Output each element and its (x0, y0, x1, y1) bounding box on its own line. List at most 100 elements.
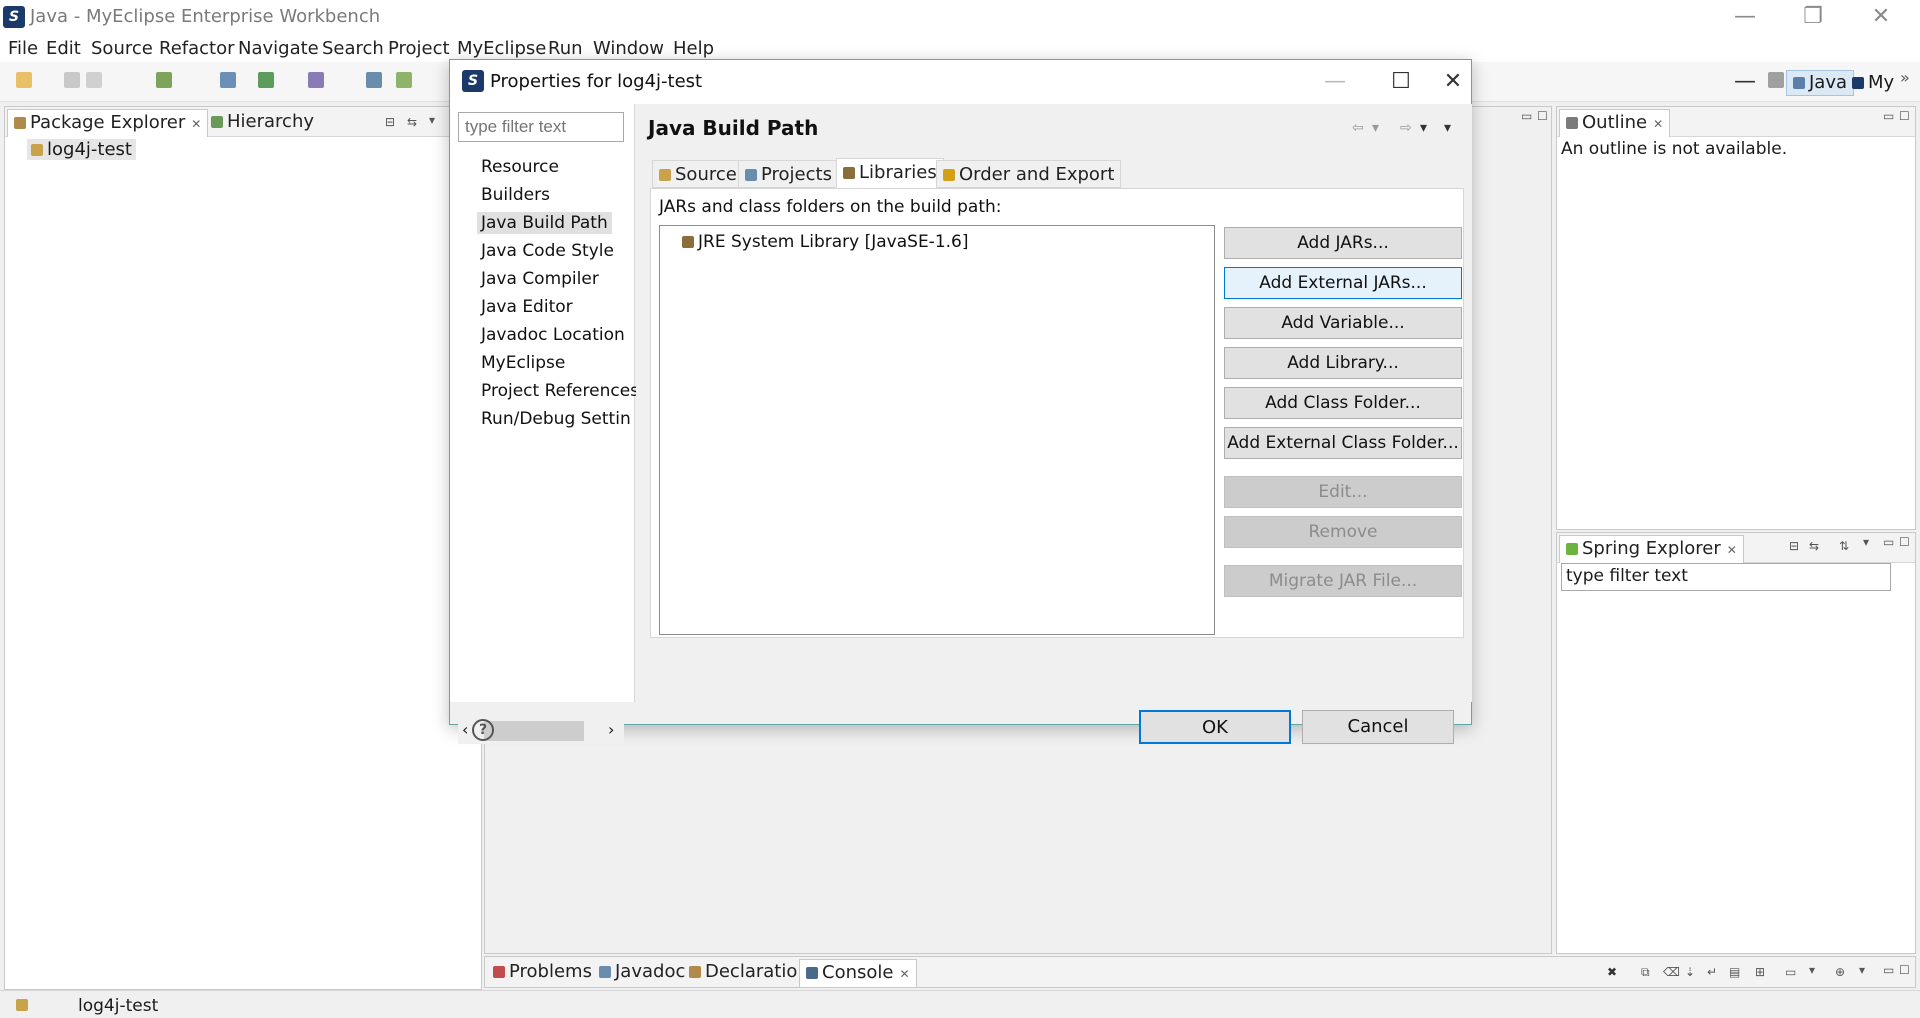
nav-item-resource[interactable]: Resource (477, 156, 563, 178)
nav-item-project-references[interactable]: Project References (477, 380, 643, 402)
nav-item-run-debug-settings[interactable]: Run/Debug Settin (477, 408, 635, 430)
close-tab-icon[interactable]: ✕ (191, 117, 201, 131)
scroll-lock-icon[interactable]: ⇣ (1685, 965, 1695, 979)
debug-icon[interactable] (308, 72, 324, 88)
dialog-minimize-button-visible[interactable]: — (1300, 60, 1370, 104)
menu-refactor[interactable]: Refactor (159, 38, 235, 59)
nav-item-myeclipse[interactable]: MyEclipse (477, 352, 569, 374)
add-variable-button[interactable]: Add Variable... (1224, 307, 1462, 339)
save-all-icon[interactable] (86, 72, 102, 88)
console-minimize-icon[interactable]: ▭ (1883, 963, 1894, 977)
nav-item-java-build-path[interactable]: Java Build Path (477, 212, 612, 234)
nav-item-java-compiler[interactable]: Java Compiler (477, 268, 603, 290)
new-class-icon[interactable] (396, 72, 412, 88)
tab-spring-explorer[interactable]: Spring Explorer ✕ (1559, 535, 1744, 563)
spring-filter-input[interactable]: type filter text (1561, 563, 1891, 591)
remove-launch-icon[interactable]: ⧉ (1641, 965, 1650, 980)
spring-view-menu-icon[interactable]: ▾ (1863, 535, 1869, 549)
add-external-class-folder-button[interactable]: Add External Class Folder... (1224, 427, 1462, 459)
project-tree-item[interactable]: log4j-test (27, 139, 136, 160)
menu-window[interactable]: Window (593, 38, 664, 59)
spring-minimize-icon[interactable]: ▭ (1883, 535, 1894, 549)
close-console-icon[interactable]: ✕ (899, 967, 909, 981)
link-editor-icon[interactable]: ⇆ (407, 115, 417, 129)
add-jars-button[interactable]: Add JARs... (1224, 227, 1462, 259)
tab-console[interactable]: Console ✕ (799, 959, 917, 987)
tab-javadoc[interactable]: Javadoc (593, 959, 691, 987)
terminate-icon[interactable]: ✖ (1607, 965, 1617, 979)
show-stdout-icon[interactable]: ▤ (1729, 965, 1740, 979)
library-item[interactable]: JRE System Library [JavaSE-1.6] (682, 232, 969, 252)
editor-maximize-icon[interactable]: ☐ (1537, 109, 1548, 123)
deploy-icon[interactable] (156, 72, 172, 88)
tab-outline[interactable]: Outline ✕ (1559, 109, 1671, 137)
help-icon[interactable]: ? (472, 719, 494, 741)
tab-order-and-export[interactable]: Order and Export (936, 160, 1122, 188)
menu-help[interactable]: Help (673, 38, 714, 59)
add-library-button[interactable]: Add Library... (1224, 347, 1462, 379)
save-icon[interactable] (64, 72, 80, 88)
tab-package-explorer[interactable]: Package Explorer ✕ (7, 109, 209, 137)
clear-console-icon[interactable]: ⌫ (1663, 965, 1680, 979)
menu-myeclipse[interactable]: MyEclipse (457, 38, 546, 59)
tab-projects[interactable]: Projects (738, 160, 839, 188)
collapse-all-icon[interactable]: ⊟ (385, 115, 395, 129)
outline-maximize-icon[interactable]: ☐ (1899, 109, 1910, 123)
nav-item-builders[interactable]: Builders (477, 184, 554, 206)
edit-button[interactable]: Edit... (1224, 476, 1462, 508)
server-icon[interactable] (220, 72, 236, 88)
nav-item-java-editor[interactable]: Java Editor (477, 296, 577, 318)
window-minimize-button[interactable]: — (1710, 0, 1780, 36)
tab-declaration[interactable]: Declaration (683, 959, 815, 987)
new-icon[interactable] (16, 72, 32, 88)
window-restore-button[interactable]: ❐ (1778, 0, 1848, 36)
run-icon[interactable] (258, 72, 274, 88)
more-perspectives-icon[interactable]: » (1900, 68, 1910, 87)
menu-edit[interactable]: Edit (46, 38, 81, 59)
close-outline-icon[interactable]: ✕ (1653, 117, 1663, 131)
dialog-minimize-button[interactable]: — (1710, 60, 1780, 104)
open-console-menu-icon[interactable]: ▾ (1859, 963, 1865, 977)
perspective-java-button[interactable]: Java (1786, 70, 1855, 96)
back-menu-icon[interactable]: ▾ (1372, 120, 1379, 136)
add-external-jars-button[interactable]: Add External JARs... (1224, 267, 1462, 299)
menu-search[interactable]: Search (322, 38, 384, 59)
properties-filter-input[interactable] (458, 112, 624, 142)
cancel-button[interactable]: Cancel (1302, 710, 1454, 744)
menu-navigate[interactable]: Navigate (238, 38, 319, 59)
spring-sort-icon[interactable]: ⇅ (1839, 539, 1849, 553)
menu-project[interactable]: Project (388, 38, 450, 59)
outline-minimize-icon[interactable]: ▭ (1883, 109, 1894, 123)
view-menu-icon[interactable]: ▾ (429, 113, 435, 127)
ok-button[interactable]: OK (1139, 710, 1291, 744)
nav-item-java-code-style[interactable]: Java Code Style (477, 240, 618, 262)
add-class-folder-button[interactable]: Add Class Folder... (1224, 387, 1462, 419)
display-console-icon[interactable]: ▭ (1785, 965, 1796, 979)
tab-source[interactable]: Source (652, 160, 744, 188)
migrate-jar-button[interactable]: Migrate JAR File... (1224, 565, 1462, 597)
spring-link-icon[interactable]: ⇆ (1809, 539, 1819, 553)
menu-file[interactable]: File (8, 38, 38, 59)
forward-icon[interactable]: ⇨ (1400, 120, 1412, 136)
menu-run[interactable]: Run (548, 38, 583, 59)
spring-maximize-icon[interactable]: ☐ (1899, 535, 1910, 549)
display-console-menu-icon[interactable]: ▾ (1809, 963, 1815, 977)
close-spring-explorer-icon[interactable]: ✕ (1727, 543, 1737, 557)
spring-collapse-icon[interactable]: ⊟ (1789, 539, 1799, 553)
editor-minimize-icon[interactable]: ▭ (1521, 109, 1532, 123)
word-wrap-icon[interactable]: ↵ (1707, 965, 1717, 979)
window-close-button[interactable]: ✕ (1846, 0, 1916, 36)
menu-source[interactable]: Source (91, 38, 153, 59)
new-java-project-icon[interactable] (366, 72, 382, 88)
nav-item-javadoc-location[interactable]: Javadoc Location (477, 324, 629, 346)
perspective-myeclipse-button[interactable]: My (1852, 72, 1894, 93)
remove-button[interactable]: Remove (1224, 516, 1462, 548)
open-console-icon[interactable]: ⊕ (1835, 965, 1845, 979)
tab-libraries[interactable]: Libraries (836, 158, 944, 188)
tab-hierarchy[interactable]: Hierarchy (205, 109, 320, 137)
back-icon[interactable]: ⇦ (1352, 120, 1364, 136)
forward-menu-icon[interactable]: ▾ (1420, 120, 1427, 136)
dialog-close-button[interactable]: ✕ (1418, 60, 1488, 104)
console-maximize-icon[interactable]: ☐ (1899, 963, 1910, 977)
libraries-list[interactable]: JRE System Library [JavaSE-1.6] (659, 225, 1215, 635)
